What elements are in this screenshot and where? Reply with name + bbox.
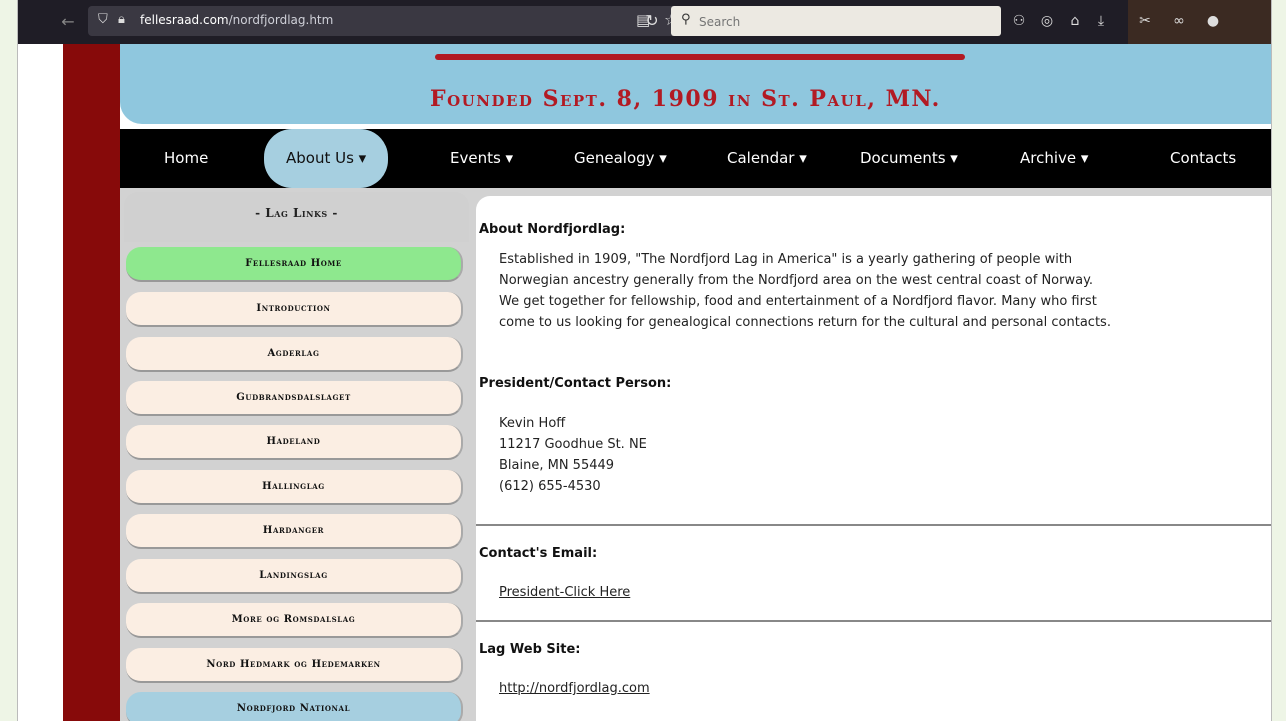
nav-calendar[interactable]: Calendar ▾ <box>727 129 807 188</box>
sidebar-link-hadeland[interactable]: Hadeland <box>126 425 463 460</box>
section-divider <box>476 524 1271 526</box>
nav-about-us[interactable]: About Us ▾ <box>264 129 389 188</box>
nav-events[interactable]: Events ▾ <box>450 129 513 188</box>
back-icon[interactable]: ← <box>56 10 80 34</box>
download-icon[interactable]: ⤓ <box>1090 10 1112 32</box>
sidebar-link-hallinglag[interactable]: Hallinglag <box>126 470 463 505</box>
banner-rule <box>435 54 965 60</box>
about-heading: About Nordfjordlag: <box>479 222 626 237</box>
pocket-icon[interactable]: ◎ <box>1036 10 1058 32</box>
president-city: Blaine, MN 55449 <box>499 458 615 473</box>
browser-window: ← ⛉ 🔒︎ fellesraad.com/nordfjordlag.htm ▤… <box>17 0 1272 721</box>
sidebar-link-nordfjord-national[interactable]: Nordfjord National <box>126 692 463 721</box>
url-path: /nordfjordlag.htm <box>228 13 334 27</box>
website-row: http://nordfjordlag.com <box>499 678 650 699</box>
menu-icon[interactable]: ● <box>1202 10 1224 32</box>
president-heading: President/Contact Person: <box>479 376 672 391</box>
search-input[interactable] <box>697 10 991 34</box>
sidebar-link-landingslag[interactable]: Landingslag <box>126 559 463 594</box>
about-line: We get together for fellowship, food and… <box>499 294 1097 309</box>
sidebar-link-gudbrandsdalslaget[interactable]: Gudbrandsdalslaget <box>126 381 463 416</box>
extensions-area: ✂ ∞ ● <box>1128 0 1271 44</box>
search-icon: ⚲ <box>681 12 691 27</box>
nav-documents[interactable]: Documents ▾ <box>860 129 958 188</box>
url-bar[interactable]: ⛉ 🔒︎ fellesraad.com/nordfjordlag.htm ▤ ☆ <box>88 6 728 36</box>
sidebar-link-agderlag[interactable]: Agderlag <box>126 337 463 372</box>
president-street: 11217 Goodhue St. NE <box>499 437 647 452</box>
url-text[interactable]: fellesraad.com/nordfjordlag.htm <box>140 13 333 27</box>
email-heading: Contact's Email: <box>479 546 598 561</box>
sidebar-link-more-og-romsdalslag[interactable]: More og Romsdalslag <box>126 603 463 638</box>
lag-links-sidebar: - Lag Links - Fellesraad Home Introducti… <box>124 192 469 721</box>
main-navbar: Home About Us ▾ Events ▾ Genealogy ▾ Cal… <box>120 129 1271 188</box>
search-box[interactable]: ⚲ <box>671 6 1001 36</box>
url-domain: fellesraad.com <box>140 13 229 27</box>
sidebar-link-hardanger[interactable]: Hardanger <box>126 514 463 549</box>
email-link[interactable]: President-Click Here <box>499 585 630 600</box>
home-icon[interactable]: ⌂ <box>1064 10 1086 32</box>
header-banner: Founded Sept. 8, 1909 in St. Paul, MN. <box>120 44 1271 124</box>
extension-icon[interactable]: ✂ <box>1134 10 1156 32</box>
sidebar-header: - Lag Links - <box>124 192 469 242</box>
about-paragraph: Established in 1909, "The Nordfjord Lag … <box>499 249 1111 333</box>
sidebar-title: - Lag Links - <box>255 206 338 220</box>
nav-genealogy[interactable]: Genealogy ▾ <box>574 129 667 188</box>
account-icon[interactable]: ⚇ <box>1008 10 1030 32</box>
website-heading: Lag Web Site: <box>479 642 581 657</box>
president-contact: Kevin Hoff 11217 Goodhue St. NE Blaine, … <box>499 413 647 497</box>
left-decor-bar <box>63 44 120 721</box>
email-row: President-Click Here <box>499 582 630 603</box>
mask-icon[interactable]: ∞ <box>1168 10 1190 32</box>
web-page: Founded Sept. 8, 1909 in St. Paul, MN. H… <box>18 44 1271 721</box>
browser-toolbar: ← ⛉ 🔒︎ fellesraad.com/nordfjordlag.htm ▤… <box>18 0 1271 44</box>
president-name: Kevin Hoff <box>499 416 566 431</box>
shield-icon[interactable]: ⛉ <box>98 12 108 27</box>
nav-home[interactable]: Home <box>164 129 208 188</box>
about-line: Established in 1909, "The Nordfjord Lag … <box>499 252 1073 267</box>
lock-icon[interactable]: 🔒︎ <box>118 12 125 27</box>
content-area: - Lag Links - Fellesraad Home Introducti… <box>120 188 1271 721</box>
sidebar-link-introduction[interactable]: Introduction <box>126 292 463 327</box>
about-line: come to us looking for genealogical conn… <box>499 315 1111 330</box>
reload-icon[interactable]: ↻ <box>638 7 666 35</box>
website-link[interactable]: http://nordfjordlag.com <box>499 681 650 696</box>
section-divider <box>476 620 1271 622</box>
sidebar-link-nord-hedmark[interactable]: Nord Hedmark og Hedemarken <box>126 648 463 683</box>
desktop-frame: ← ⛉ 🔒︎ fellesraad.com/nordfjordlag.htm ▤… <box>0 0 1286 721</box>
nav-contacts[interactable]: Contacts <box>1170 129 1236 188</box>
about-line: Norwegian ancestry generally from the No… <box>499 273 1094 288</box>
president-phone: (612) 655-4530 <box>499 479 601 494</box>
sidebar-link-fellesraad-home[interactable]: Fellesraad Home <box>126 247 463 282</box>
nav-archive[interactable]: Archive ▾ <box>1020 129 1088 188</box>
main-content: About Nordfjordlag: Established in 1909,… <box>476 196 1271 721</box>
banner-subtitle: Founded Sept. 8, 1909 in St. Paul, MN. <box>430 86 941 112</box>
